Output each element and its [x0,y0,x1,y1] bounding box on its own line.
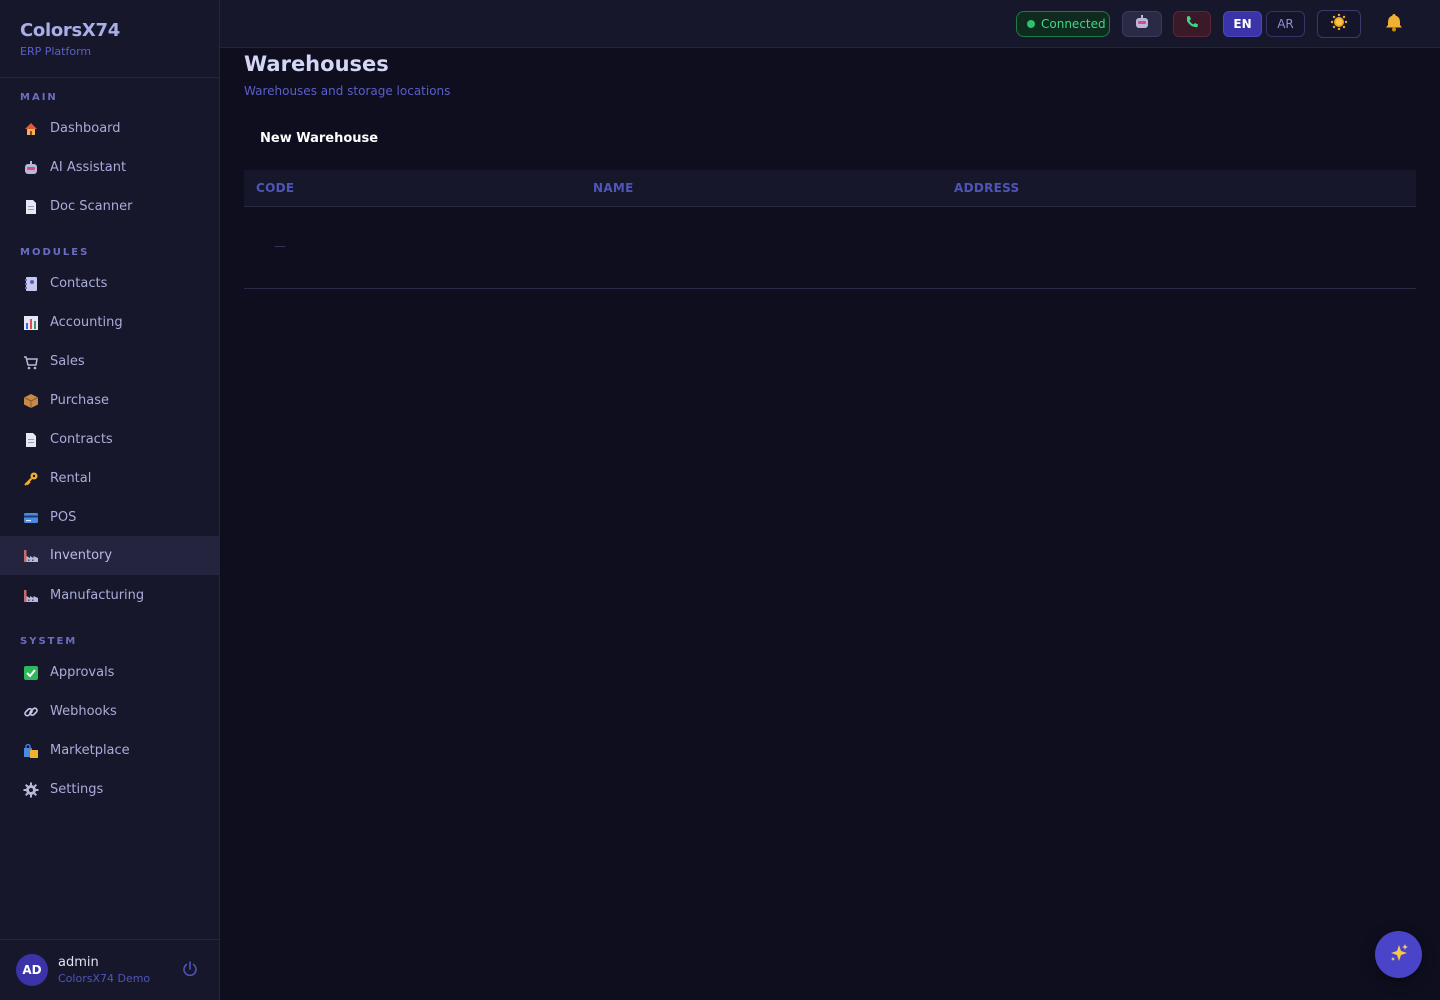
app-root: ColorsX74 ERP Platform MAIN Dashboard AI… [0,0,1440,1000]
sidebar-item-label: Manufacturing [50,588,145,603]
section-label-system: SYSTEM [20,636,78,647]
sidebar-item-ai-assistant[interactable]: AI Assistant [0,148,219,187]
document-icon [22,431,40,449]
cart-icon [22,353,40,371]
language-en-button[interactable]: EN [1223,11,1262,37]
language-ar-button[interactable]: AR [1266,11,1305,37]
sidebar-item-settings[interactable]: Settings [0,770,219,809]
page-subtitle: Warehouses and storage locations [244,84,451,98]
sidebar-item-label: AI Assistant [50,160,127,175]
section-label-main: MAIN [20,92,58,103]
sidebar-item-approvals[interactable]: Approvals [0,653,219,692]
sidebar-item-dashboard[interactable]: Dashboard [0,109,219,148]
power-icon[interactable] [181,960,199,978]
gear-icon [22,781,40,799]
sidebar-item-label: Rental [50,471,92,486]
check-box-icon [22,664,40,682]
phone-button[interactable] [1173,11,1211,37]
house-icon [22,120,40,138]
brand-subtitle: ERP Platform [20,45,92,58]
bar-chart-icon [22,314,40,332]
factory-icon [22,587,40,605]
avatar[interactable]: AD [16,954,48,986]
robot-icon [22,159,40,177]
package-icon [22,392,40,410]
key-icon [22,470,40,488]
table-header: CODE NAME ADDRESS [244,170,1416,207]
robot-icon [1134,14,1150,34]
user-org: ColorsX74 Demo [58,972,151,985]
sidebar-item-inventory[interactable]: Inventory [0,536,219,575]
credit-card-icon [22,509,40,527]
link-icon [22,703,40,721]
sidebar-item-label: Marketplace [50,743,130,758]
sun-icon [1330,13,1348,35]
sidebar-item-manufacturing[interactable]: Manufacturing [0,576,219,615]
sidebar-item-webhooks[interactable]: Webhooks [0,692,219,731]
sidebar-item-label: POS [50,510,77,525]
column-header-code[interactable]: CODE [256,181,294,195]
sidebar-item-purchase[interactable]: Purchase [0,381,219,420]
factory-icon [22,547,40,565]
sidebar-item-marketplace[interactable]: Marketplace [0,731,219,770]
connection-status-label: Connected [1041,17,1106,31]
address-book-icon [22,275,40,293]
phone-icon [1185,15,1199,33]
sidebar-item-label: Inventory [50,548,113,563]
sidebar-item-label: Dashboard [50,121,121,136]
connection-status-badge: Connected [1016,11,1110,37]
sidebar-item-label: Contacts [50,276,108,291]
status-dot-icon [1027,20,1035,28]
warehouses-table: CODE NAME ADDRESS — [244,170,1416,289]
new-warehouse-button[interactable]: New Warehouse [244,122,394,154]
bell-icon [1384,12,1404,36]
sidebar-item-accounting[interactable]: Accounting [0,303,219,342]
column-header-address[interactable]: ADDRESS [954,181,1020,195]
sidebar-item-label: Sales [50,354,85,369]
user-name: admin [58,955,99,970]
ai-sparkle-fab-button[interactable] [1375,931,1422,978]
sidebar-item-label: Webhooks [50,704,117,719]
sidebar-item-rental[interactable]: Rental [0,459,219,498]
topbar: Connected EN AR [220,0,1440,48]
sidebar-item-contacts[interactable]: Contacts [0,264,219,303]
sidebar-item-label: Purchase [50,393,110,408]
theme-toggle-button[interactable] [1317,10,1361,38]
user-text: admin ColorsX74 Demo [58,955,150,985]
sidebar-item-pos[interactable]: POS [0,498,219,537]
section-label-modules: MODULES [20,247,90,258]
table-row[interactable]: — [244,207,1416,289]
sidebar-item-label: Accounting [50,315,123,330]
sidebar-item-contracts[interactable]: Contracts [0,420,219,459]
ai-assistant-button[interactable] [1122,11,1162,37]
brand: ColorsX74 ERP Platform [0,0,219,78]
column-header-name[interactable]: NAME [593,181,634,195]
sparkles-icon [1388,942,1410,968]
sidebar-item-label: Doc Scanner [50,199,133,214]
sidebar-item-doc-scanner[interactable]: Doc Scanner [0,187,219,226]
sidebar-item-sales[interactable]: Sales [0,342,219,381]
sidebar-item-label: Contracts [50,432,113,447]
sidebar-item-label: Approvals [50,665,115,680]
user-box: AD admin ColorsX74 Demo [0,939,219,1000]
notifications-button[interactable] [1380,11,1408,37]
empty-cell: — [274,239,286,253]
page-title: Warehouses [244,52,389,76]
brand-title: ColorsX74 [20,20,120,41]
sidebar-item-label: Settings [50,782,104,797]
sidebar: ColorsX74 ERP Platform MAIN Dashboard AI… [0,0,220,1000]
document-icon [22,198,40,216]
shopping-bags-icon [22,742,40,760]
